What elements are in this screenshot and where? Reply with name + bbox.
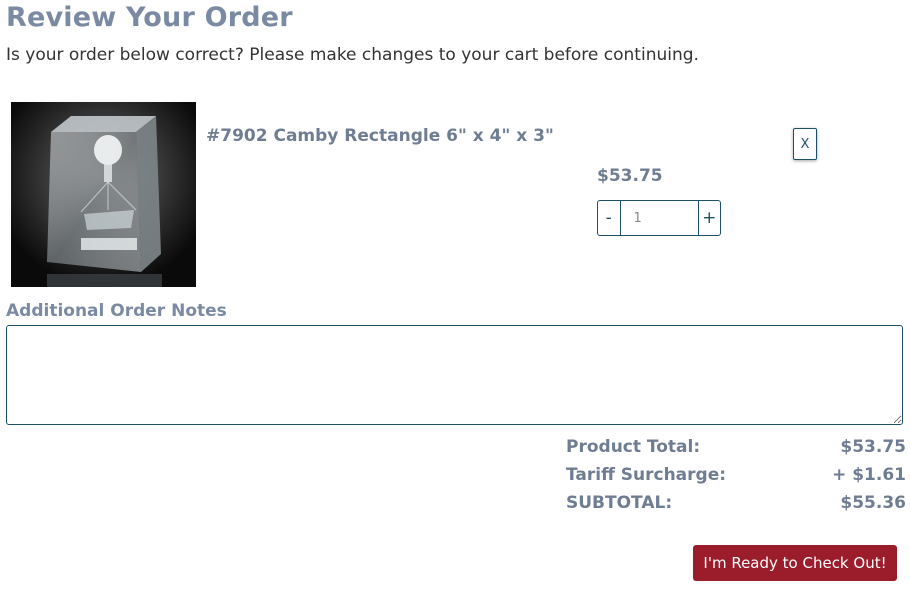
- tariff-label: Tariff Surcharge:: [566, 465, 727, 485]
- product-total-row: Product Total: $53.75: [566, 435, 906, 463]
- product-name[interactable]: #7902 Camby Rectangle 6" x 4" x 3": [206, 126, 554, 146]
- page-subtitle: Is your order below correct? Please make…: [6, 45, 699, 65]
- product-image: [11, 102, 196, 287]
- tariff-value: + $1.61: [832, 465, 906, 485]
- subtotal-label: SUBTOTAL:: [566, 493, 673, 513]
- subtotal-value: $55.36: [840, 493, 906, 513]
- page-title: Review Your Order: [6, 2, 293, 33]
- checkout-button[interactable]: I'm Ready to Check Out!: [693, 545, 897, 581]
- decrease-quantity-button[interactable]: -: [598, 201, 620, 235]
- product-price: $53.75: [597, 166, 663, 186]
- order-totals: Product Total: $53.75 Tariff Surcharge: …: [566, 435, 906, 519]
- tariff-row: Tariff Surcharge: + $1.61: [566, 463, 906, 491]
- increase-quantity-button[interactable]: +: [699, 201, 721, 235]
- product-total-value: $53.75: [840, 437, 906, 457]
- product-total-label: Product Total:: [566, 437, 701, 457]
- quantity-input[interactable]: [619, 201, 699, 235]
- order-notes-textarea[interactable]: [6, 325, 903, 425]
- notes-label: Additional Order Notes: [6, 301, 227, 321]
- remove-item-button[interactable]: X: [793, 128, 817, 160]
- quantity-stepper: - +: [597, 200, 721, 236]
- subtotal-row: SUBTOTAL: $55.36: [566, 491, 906, 519]
